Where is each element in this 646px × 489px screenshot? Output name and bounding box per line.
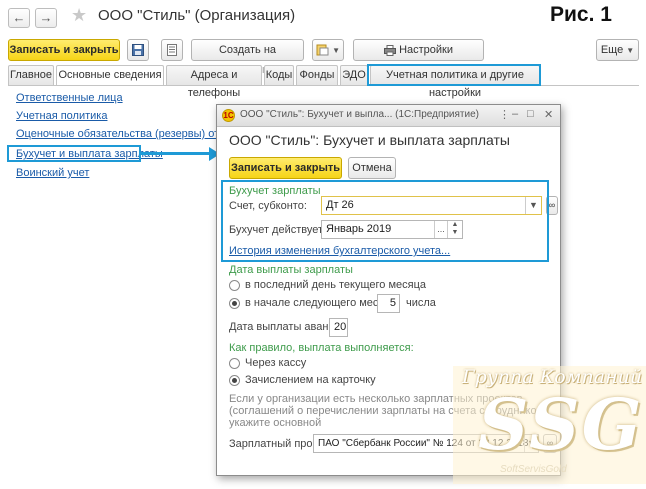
printer-icon (384, 44, 396, 56)
advance-date-field[interactable]: 20 (329, 318, 348, 337)
radio-last-day[interactable] (229, 280, 240, 291)
save-close-button[interactable]: Записать и закрыть (8, 39, 120, 61)
radio-cash-label: Через кассу (245, 357, 307, 369)
star-icon[interactable]: ★ (71, 5, 87, 26)
dialog-cancel-button[interactable]: Отмена (348, 157, 396, 179)
arrow-right-icon (141, 152, 211, 155)
tab-basic-info[interactable]: Основные сведения (56, 65, 164, 85)
tab-edo[interactable]: ЭДО (340, 65, 368, 85)
chevron-down-icon: ▼ (626, 46, 635, 55)
more-options-icon[interactable]: ⋮ (499, 108, 510, 121)
document-list-icon (167, 44, 177, 57)
watermark-logo: SSG (478, 383, 644, 466)
radio-next-month-label: в начале следующего месяца (245, 297, 397, 309)
payment-day-field[interactable]: 5 (377, 294, 400, 313)
payment-method-header: Как правило, выплата выполняется: (229, 342, 414, 354)
watermark-site: SoftServisGold (500, 464, 567, 475)
floppy-disk-icon (132, 44, 144, 57)
accounting-highlight-frame (221, 180, 549, 262)
tab-funds[interactable]: Фонды (296, 65, 338, 85)
close-icon[interactable]: ✕ (544, 108, 553, 121)
report-button[interactable] (161, 39, 183, 61)
tab-main[interactable]: Главное (8, 65, 54, 85)
more-button[interactable]: Еще ▼ (596, 39, 639, 61)
1c-logo-icon: 1С (222, 109, 235, 122)
maximize-icon[interactable]: □ (527, 108, 534, 120)
radio-card-label: Зачислением на карточку (245, 374, 376, 386)
save-button[interactable] (127, 39, 149, 61)
chevron-down-icon: ▼ (332, 46, 340, 55)
tab-divider (8, 85, 639, 86)
link-military-records[interactable]: Воинский учет (16, 167, 89, 179)
link-responsible-persons[interactable]: Ответственные лица (16, 92, 123, 104)
link-highlight-frame (7, 145, 141, 162)
print-menu-button[interactable]: ▼ (312, 39, 344, 61)
arrow-right-icon: → (39, 10, 53, 25)
more-label: Еще (600, 44, 624, 56)
tab-addresses-phones[interactable]: Адреса и телефоны (166, 65, 262, 99)
link-icon: ∞ (548, 200, 556, 210)
arrow-left-icon: ← (12, 10, 26, 25)
link-accounting-policy[interactable]: Учетная политика (16, 110, 107, 122)
dialog-title: ООО "Стиль": Бухучет и выплата зарплаты (229, 132, 510, 148)
tab-codes[interactable]: Коды (264, 65, 294, 85)
minimize-icon[interactable]: – (512, 108, 518, 120)
dialog-title-bar: 1С ООО "Стиль": Бухучет и выпла... (1С:П… (217, 105, 560, 127)
document-icon (316, 44, 329, 56)
back-button[interactable]: ← (8, 8, 30, 28)
payment-date-header: Дата выплаты зарплаты (229, 264, 353, 276)
radio-next-month[interactable] (229, 298, 240, 309)
salary-project-note-3: укажите основной (229, 417, 322, 429)
dialog-save-close-button[interactable]: Записать и закрыть (229, 157, 342, 179)
radio-cash[interactable] (229, 358, 240, 369)
tab-highlight-frame (367, 64, 541, 86)
radio-last-day-label: в последний день текущего месяца (245, 279, 427, 291)
forward-button[interactable]: → (35, 8, 57, 28)
create-based-on-button[interactable]: Создать на основании ▼ (191, 39, 304, 76)
dialog-bar-title: ООО "Стиль": Бухучет и выпла... (1С:Пред… (240, 109, 479, 120)
window-title: ООО "Стиль" (Организация) (98, 7, 296, 24)
figure-label: Рис. 1 (550, 3, 612, 26)
payment-day-unit: числа (406, 297, 436, 309)
radio-card[interactable] (229, 375, 240, 386)
advance-date-label: Дата выплаты аванса: (229, 321, 344, 333)
organization-settings-button[interactable]: Настройки организации (353, 39, 484, 76)
